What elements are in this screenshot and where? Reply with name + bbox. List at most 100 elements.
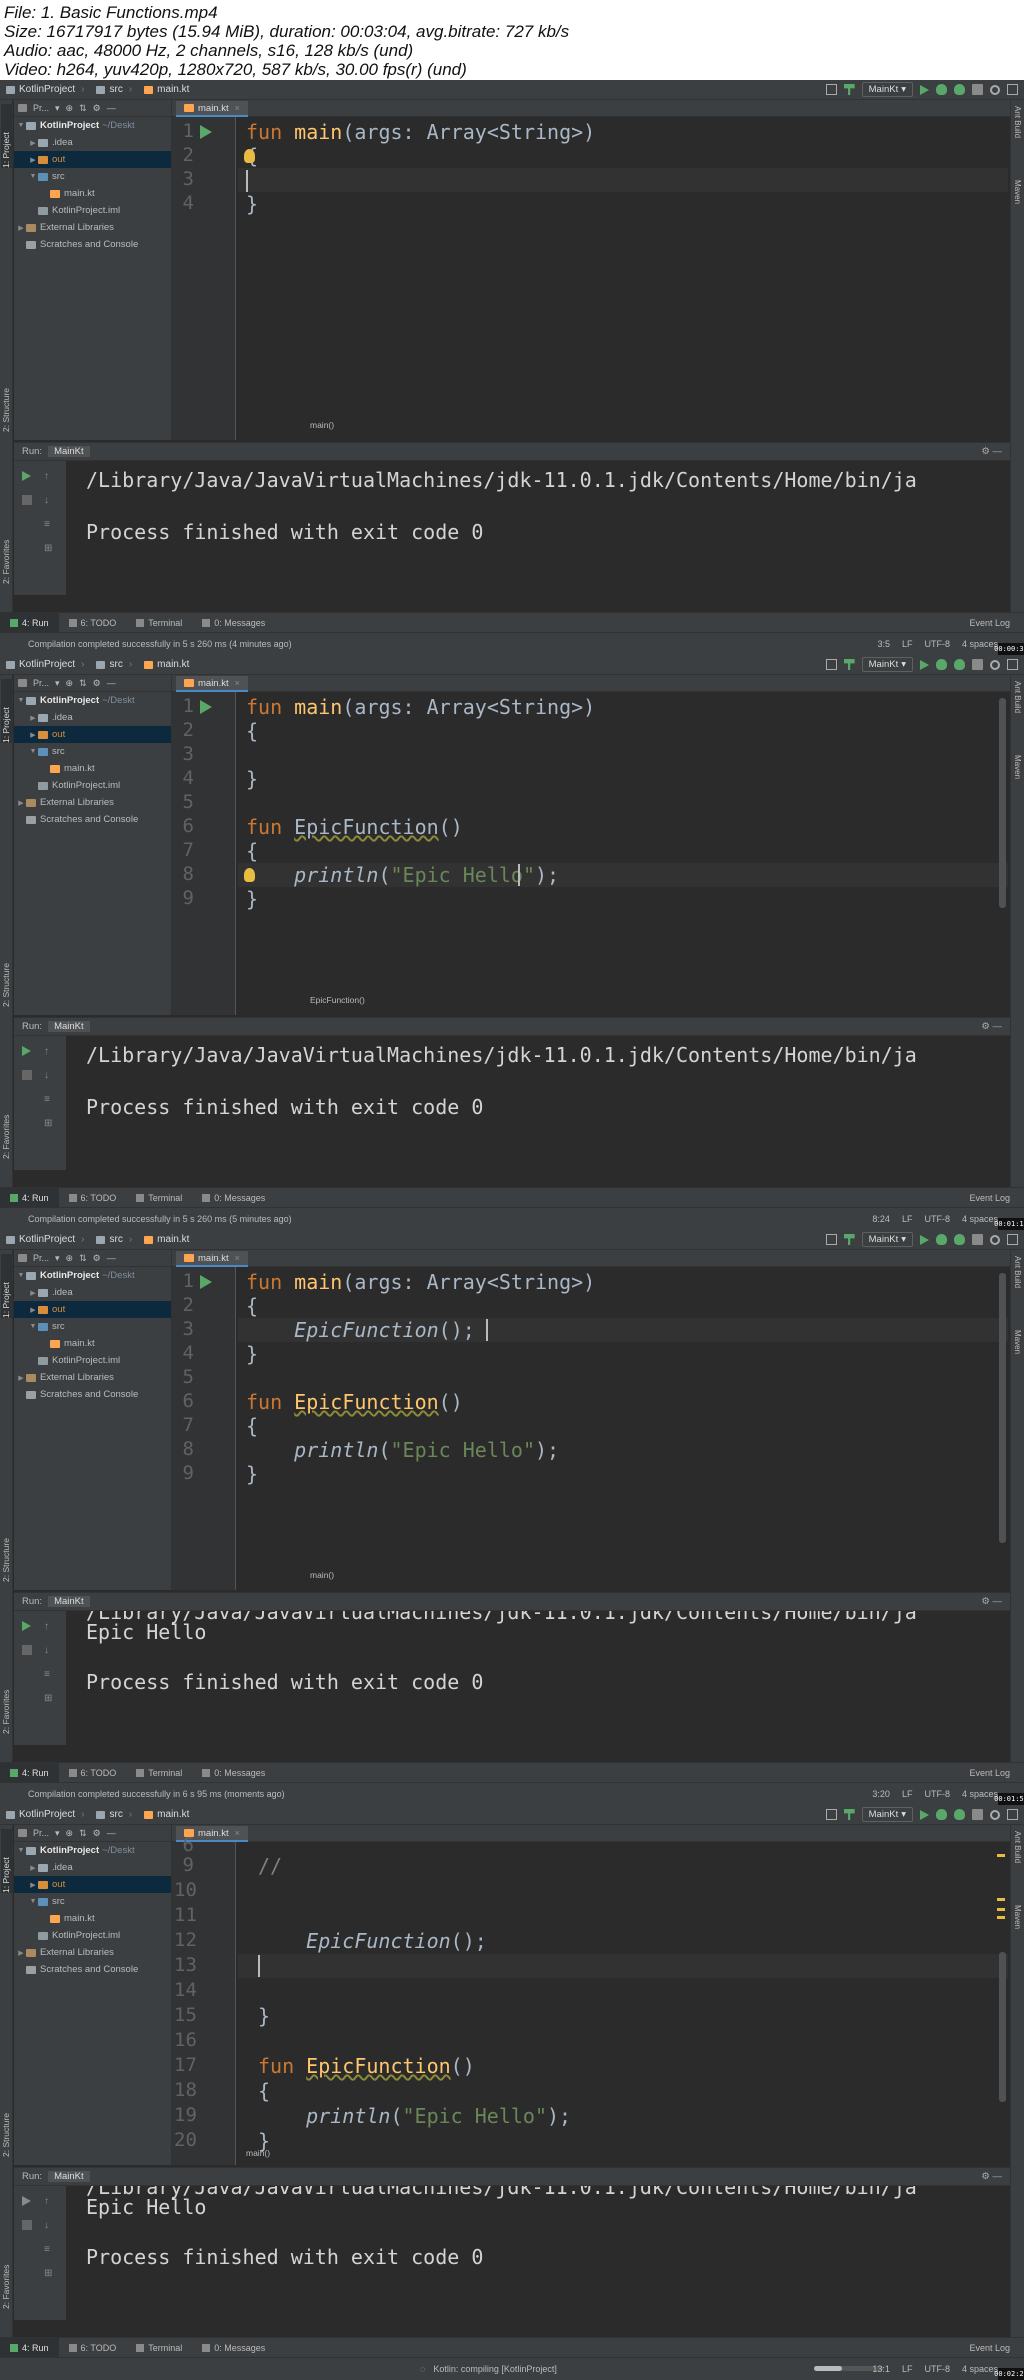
- rerun-icon[interactable]: [22, 2196, 31, 2206]
- tool-window-messages[interactable]: 0: Messages: [192, 1763, 275, 1783]
- collapse-all-icon[interactable]: ⊕: [66, 1253, 74, 1264]
- soft-wrap-icon[interactable]: ≡: [44, 519, 54, 530]
- scroll-from-source-icon[interactable]: ⇅: [79, 1253, 87, 1264]
- collapsed-arrow-icon[interactable]: ▶: [28, 156, 38, 164]
- coverage-icon[interactable]: [954, 659, 965, 670]
- tree-item-iml[interactable]: KotlinProject.iml: [14, 202, 171, 219]
- coverage-icon[interactable]: [954, 1234, 965, 1245]
- breadcrumb-src[interactable]: src ›: [90, 84, 138, 95]
- gear-icon[interactable]: ⚙: [93, 678, 101, 689]
- run-play-icon[interactable]: [920, 84, 929, 95]
- arrow-down-icon[interactable]: ↓: [44, 1645, 54, 1656]
- tab-maven[interactable]: Maven: [1013, 1905, 1022, 1929]
- tab-project[interactable]: 1: Project: [1, 104, 12, 168]
- stop-icon[interactable]: [22, 2220, 32, 2230]
- collapsed-arrow-icon[interactable]: ▶: [16, 1374, 26, 1382]
- tree-item-iml[interactable]: KotlinProject.iml: [14, 1927, 171, 1944]
- warning-marker[interactable]: [997, 1916, 1005, 1919]
- print-icon[interactable]: ⊞: [44, 1118, 54, 1129]
- debug-bug-icon[interactable]: [936, 84, 947, 95]
- console-output[interactable]: /Library/Java/JavaVirtualMachines/jdk-11…: [70, 1611, 1010, 1745]
- tool-window-todo[interactable]: 6: TODO: [59, 613, 127, 633]
- tool-window-messages[interactable]: 0: Messages: [192, 613, 275, 633]
- hide-panel-icon[interactable]: —: [107, 1253, 116, 1263]
- tree-item-external-libraries[interactable]: ▶ External Libraries: [14, 1944, 171, 1961]
- run-configuration-selector[interactable]: MainKt ▾: [861, 657, 913, 672]
- tool-window-messages[interactable]: 0: Messages: [192, 1188, 275, 1208]
- console-output[interactable]: /Library/Java/JavaVirtualMachines/jdk-11…: [70, 461, 1010, 595]
- tree-item-iml[interactable]: KotlinProject.iml: [14, 777, 171, 794]
- tree-item-scratches[interactable]: Scratches and Console: [14, 1961, 171, 1978]
- code-area[interactable]: fun main(args: Array<String>) { EpicFunc…: [238, 1267, 1008, 1590]
- tree-item-idea[interactable]: ▶ .idea: [14, 1284, 171, 1301]
- tool-window-run[interactable]: 4: Run: [0, 612, 59, 633]
- tool-window-terminal[interactable]: Terminal: [126, 613, 192, 633]
- collapsed-arrow-icon[interactable]: ▶: [28, 731, 38, 739]
- tree-item-kotlinproject[interactable]: ▼ KotlinProject ~/Deskt: [14, 1267, 171, 1284]
- close-icon[interactable]: ×: [235, 1828, 240, 1838]
- indent-setting[interactable]: 4 spaces: [962, 639, 998, 649]
- collapsed-arrow-icon[interactable]: ▶: [28, 139, 38, 147]
- expanded-arrow-icon[interactable]: ▼: [16, 697, 26, 704]
- collapsed-arrow-icon[interactable]: ▶: [28, 714, 38, 722]
- run-play-icon[interactable]: [920, 659, 929, 670]
- tree-item-external-libraries[interactable]: ▶ External Libraries: [14, 794, 171, 811]
- window-icon[interactable]: [1007, 1234, 1018, 1245]
- console-output[interactable]: /Library/Java/JavaVirtualMachines/jdk-11…: [70, 1036, 1010, 1170]
- chevron-down-icon[interactable]: ▾: [55, 103, 60, 114]
- code-area[interactable]: fun main(args: Array<String>) { } fun Ep…: [238, 692, 1008, 1015]
- code-breadcrumb[interactable]: main(): [310, 420, 334, 430]
- event-log-button[interactable]: Event Log: [969, 1768, 1010, 1778]
- tab-ant-build[interactable]: Ant Build: [1013, 681, 1022, 713]
- project-view-selector[interactable]: Pr...: [33, 1253, 49, 1263]
- collapsed-arrow-icon[interactable]: ▶: [28, 1306, 38, 1314]
- file-encoding[interactable]: UTF-8: [924, 2364, 950, 2374]
- arrow-down-icon[interactable]: ↓: [44, 495, 54, 506]
- editor-tab-main-kt[interactable]: main.kt ×: [176, 1251, 248, 1267]
- warning-marker[interactable]: [997, 1854, 1005, 1857]
- close-icon[interactable]: ×: [235, 678, 240, 688]
- tab-project[interactable]: 1: Project: [1, 679, 12, 743]
- tool-window-run[interactable]: 4: Run: [0, 1187, 59, 1208]
- tool-window-terminal[interactable]: Terminal: [126, 1763, 192, 1783]
- arrow-down-icon[interactable]: ↓: [44, 1070, 54, 1081]
- layout-icon[interactable]: [825, 1234, 837, 1245]
- tab-maven[interactable]: Maven: [1013, 755, 1022, 779]
- tree-item-kotlinproject[interactable]: ▼ KotlinProject ~/Deskt: [14, 117, 171, 134]
- breadcrumb-src[interactable]: src ›: [90, 1234, 138, 1245]
- collapsed-arrow-icon[interactable]: ▶: [16, 224, 26, 232]
- soft-wrap-icon[interactable]: ≡: [44, 1094, 54, 1105]
- stop-icon[interactable]: [22, 1645, 32, 1655]
- hide-panel-icon[interactable]: —: [107, 678, 116, 688]
- tree-item-main-kt[interactable]: main.kt: [14, 185, 171, 202]
- breadcrumb-project[interactable]: KotlinProject ›: [0, 1234, 90, 1245]
- tree-item-main-kt[interactable]: main.kt: [14, 760, 171, 777]
- editor-tab-main-kt[interactable]: main.kt ×: [176, 101, 248, 117]
- tree-item-src[interactable]: ▼ src: [14, 168, 171, 185]
- intention-bulb-icon[interactable]: [244, 868, 255, 882]
- warning-marker[interactable]: [997, 1908, 1005, 1911]
- arrow-up-icon[interactable]: ↑: [44, 471, 54, 482]
- tool-window-todo[interactable]: 6: TODO: [59, 1188, 127, 1208]
- stop-icon[interactable]: [972, 1809, 983, 1820]
- code-area[interactable]: fun main(args: Array<String>) { } main(): [238, 117, 1008, 440]
- tool-window-terminal[interactable]: Terminal: [126, 1188, 192, 1208]
- tab-favorites[interactable]: 2: Favorites: [1, 1095, 12, 1159]
- line-separator[interactable]: LF: [902, 639, 913, 649]
- code-breadcrumb[interactable]: main(): [246, 2148, 270, 2158]
- debug-bug-icon[interactable]: [936, 1234, 947, 1245]
- tree-item-src[interactable]: ▼ src: [14, 1893, 171, 1910]
- indent-setting[interactable]: 4 spaces: [962, 1789, 998, 1799]
- tool-window-todo[interactable]: 6: TODO: [59, 1763, 127, 1783]
- run-gutter-icon[interactable]: [200, 125, 212, 139]
- gear-icon[interactable]: ⚙ —: [981, 446, 1002, 457]
- tree-item-out[interactable]: ▶ out: [14, 151, 171, 168]
- scroll-from-source-icon[interactable]: ⇅: [79, 678, 87, 689]
- tree-item-main-kt[interactable]: main.kt: [14, 1910, 171, 1927]
- stop-icon[interactable]: [972, 659, 983, 670]
- rerun-icon[interactable]: [22, 1621, 31, 1631]
- stop-icon[interactable]: [972, 84, 983, 95]
- collapse-all-icon[interactable]: ⊕: [66, 1828, 74, 1839]
- event-log-button[interactable]: Event Log: [969, 1193, 1010, 1203]
- scroll-from-source-icon[interactable]: ⇅: [79, 103, 87, 114]
